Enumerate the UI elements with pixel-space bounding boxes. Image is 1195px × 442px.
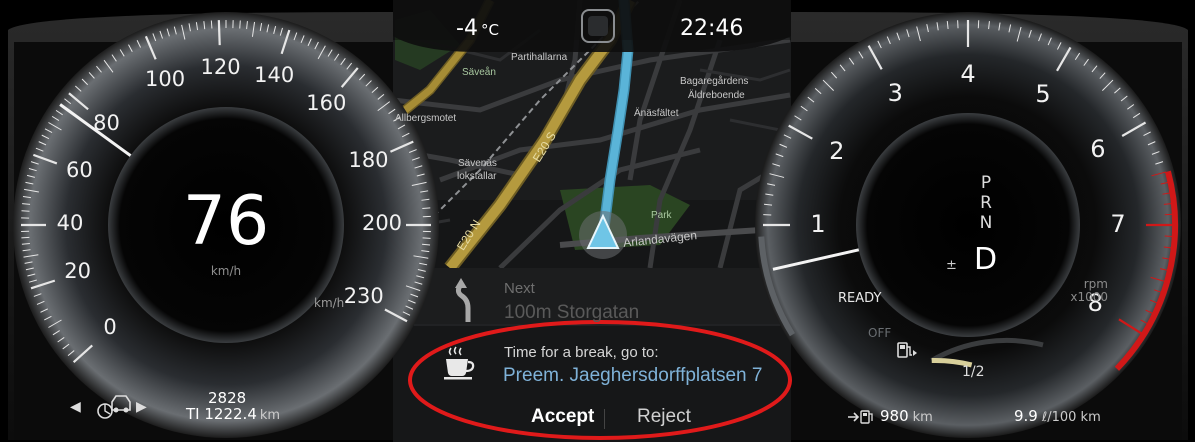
turn-arrow-icon	[452, 278, 482, 326]
speed-tick-label: 160	[306, 91, 347, 116]
speed-tick-label: 20	[64, 259, 91, 284]
map-label-savean: Säveån	[462, 67, 496, 78]
fuel-half-label: 1/2	[962, 364, 985, 380]
accept-button[interactable]: Accept	[531, 406, 594, 428]
speed-tick-label: 60	[66, 157, 93, 182]
next-turn-label: Next	[504, 280, 535, 297]
speed-tick-label: 200	[361, 211, 403, 235]
prev-arrow-button[interactable]: ◀	[70, 399, 81, 415]
rpm-tick-label: 1	[810, 210, 826, 238]
speed-tick	[21, 236, 30, 239]
next-arrow-button[interactable]: ▶	[136, 399, 147, 415]
speed-tick	[422, 237, 431, 239]
speed-unit: km/h	[210, 264, 242, 278]
map-label-anasfaltet: Änäsfältet	[634, 108, 679, 119]
trip-meter: TI 1222.4 km	[186, 405, 281, 423]
button-divider	[604, 409, 605, 429]
engine-off-label: OFF	[868, 326, 892, 340]
speed-tick-label: 230	[343, 284, 384, 309]
speed-tick	[422, 207, 431, 210]
rpm-tick-label: 4	[960, 60, 976, 88]
fuel-range-icon	[848, 409, 878, 429]
map-label-park: Park	[651, 210, 672, 221]
map-label-bagaregardens: Bagaregårdens	[680, 76, 749, 87]
current-gear: D	[974, 242, 998, 277]
ready-indicator: READY	[838, 291, 882, 306]
reject-button[interactable]: Reject	[637, 406, 691, 428]
speed-tick	[21, 210, 30, 212]
speed-tick-label: 80	[93, 110, 120, 135]
speed-tick-label: 100	[144, 67, 186, 92]
map-label-savenas: Sävenäs	[458, 158, 497, 169]
rpm-tick-label: 7	[1110, 210, 1126, 238]
rpm-tick-label: 5	[1035, 80, 1051, 109]
coffee-cup-icon	[442, 346, 478, 384]
fuel-consumption: 9.9 ℓ/100 km	[1014, 407, 1101, 425]
manual-shift-symbol: ±	[946, 258, 957, 273]
speed-tick	[239, 20, 241, 29]
speed-tick-label: 120	[200, 55, 241, 80]
map-label-partihallarna: Partihallarna	[511, 52, 568, 63]
notification-message: Time for a break, go to:	[504, 344, 659, 361]
rpm-unit: rpm x1000	[1070, 277, 1108, 304]
map-label-lokstallar: lokstallar	[457, 171, 497, 182]
gear-options: P R N	[979, 173, 993, 233]
rpm-tick-label: 6	[1090, 135, 1106, 163]
speed-tick-label: 40	[56, 211, 84, 235]
rpm-tick-label: 2	[829, 137, 845, 166]
speed-scale-unit: km/h	[314, 296, 345, 310]
speed-tick	[217, 20, 221, 46]
map-label-aldreboende: Äldreboende	[688, 90, 745, 101]
driver-assist-icon	[96, 392, 132, 424]
speed-readout: 76	[182, 182, 270, 261]
notification-destination[interactable]: Preem. Jaeghersdorffplatsen 7	[503, 365, 762, 387]
next-turn-instruction: 100m Storgatan	[504, 302, 640, 323]
fuel-pump-icon	[896, 341, 918, 365]
fuel-range: 980 km	[880, 407, 933, 425]
rpm-tick-label: 3	[887, 78, 903, 107]
outside-temperature: -4 °C	[456, 16, 499, 41]
instrument-cluster: -4 °C 22:46 Partihallarna Säveån Bagaregå…	[0, 0, 1195, 442]
speed-tick-label: 0	[103, 315, 117, 340]
speed-tick-label: 140	[254, 62, 295, 87]
map-label-allbergsmotet: Allbergsmotet	[395, 113, 457, 124]
speed-tick-label: 180	[348, 147, 389, 172]
speed-tick	[210, 20, 213, 29]
clock: 22:46	[680, 16, 744, 41]
